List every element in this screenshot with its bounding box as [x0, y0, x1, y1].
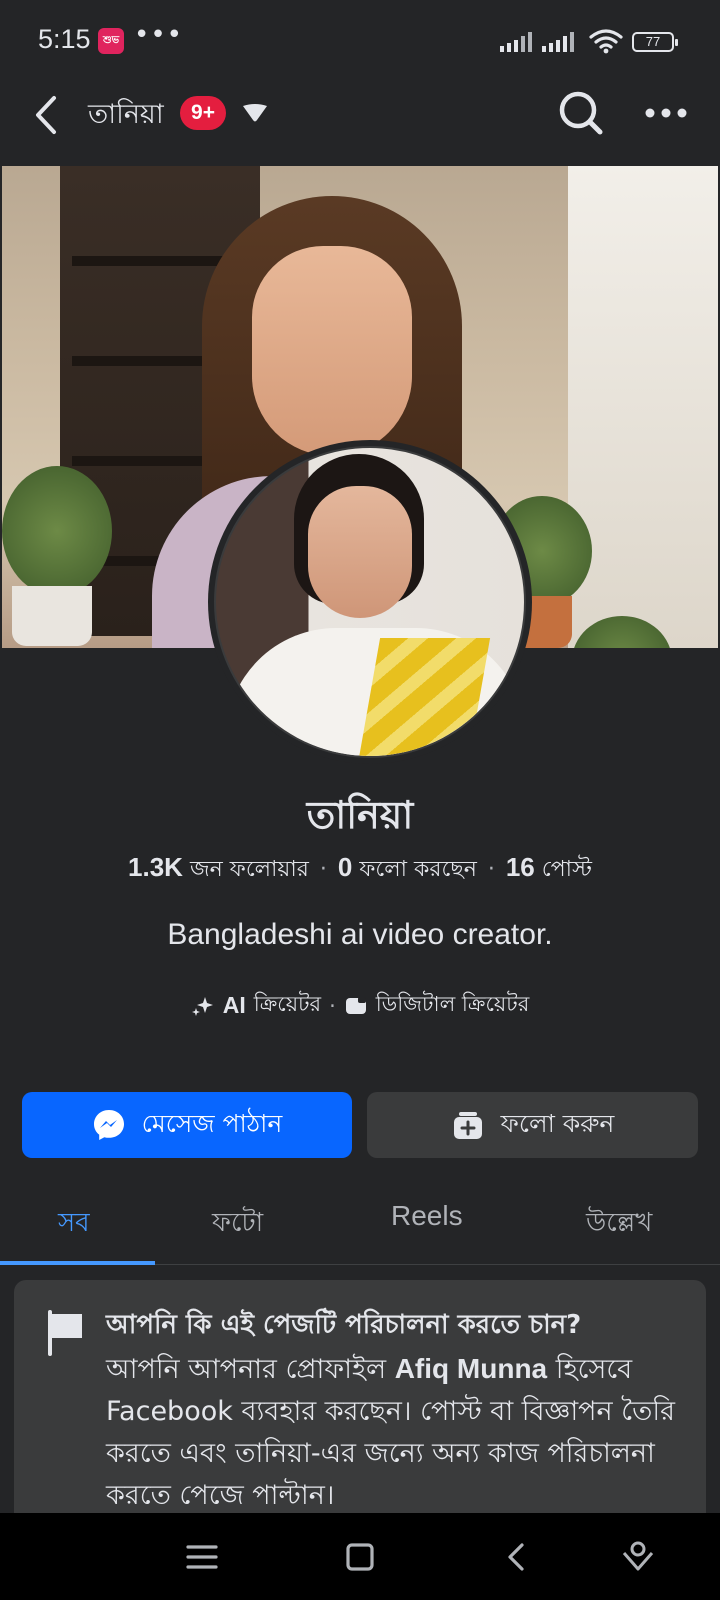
stats-separator: · [319, 857, 327, 882]
more-notifications-icon: ••• [134, 20, 184, 50]
profile-tabs: সব ফটো Reels উল্লেখ [0, 1180, 720, 1265]
category-separator: · [329, 993, 336, 1018]
posts-count: 16 [505, 852, 535, 882]
profile-avatar[interactable] [208, 440, 532, 764]
category-ai-label: AI [222, 992, 246, 1018]
profile-name: তানিয়া [306, 793, 414, 837]
manage-card-body: আপনি আপনার প্রোফাইল Afiq Munna হিসেবে Fa… [106, 1348, 696, 1517]
battery-icon: 77 [632, 32, 678, 52]
flag-icon [48, 1310, 82, 1356]
following-count[interactable]: 0 [338, 852, 352, 882]
posts-label: পোস্ট [541, 857, 592, 882]
search-icon[interactable] [556, 88, 606, 138]
category-creator-label: ক্রিয়েটর [253, 992, 322, 1016]
page-header: তানিয়া 9+ [0, 70, 720, 165]
signal-sim1-icon [500, 32, 532, 52]
app-notification-icon: শুভ [98, 28, 124, 54]
profile-stats: 1.3K জন ফলোয়ার · 0 ফলো করছেন · 16 পোস্ট [0, 852, 720, 889]
messenger-icon [93, 1110, 124, 1140]
manage-card-title: আপনি কি এই পেজটি পরিচালনা করতে চান? [106, 1310, 582, 1340]
menu-icon[interactable] [182, 1537, 222, 1577]
follow-label: ফলো করুন [500, 1108, 615, 1138]
system-nav-bar [0, 1513, 720, 1600]
home-icon[interactable] [340, 1537, 380, 1577]
wifi-icon [589, 29, 623, 54]
profile-categories: AI ক্রিয়েটর · ডিজিটাল ক্রিয়েটর [0, 988, 720, 1023]
following-label[interactable]: ফলো করছেন [359, 857, 476, 882]
nav-back-icon[interactable] [498, 1537, 538, 1577]
more-icon[interactable] [644, 98, 688, 128]
header-title[interactable]: তানিয়া [88, 94, 164, 139]
send-message-label: মেসেজ পাঠান [141, 1108, 283, 1138]
notification-badge[interactable]: 9+ [180, 96, 226, 130]
tab-mentions[interactable]: উল্লেখ [586, 1202, 652, 1246]
signal-sim2-icon [542, 32, 574, 52]
tab-all[interactable]: সব [58, 1202, 90, 1246]
followers-label[interactable]: জন ফলোয়ার [190, 857, 309, 882]
send-message-button[interactable]: মেসেজ পাঠান [22, 1092, 352, 1158]
category-digital-creator-label: ডিজিটাল ক্রিয়েটর [375, 992, 530, 1016]
followers-count[interactable]: 1.3K [128, 852, 183, 882]
tab-reels[interactable]: Reels [391, 1200, 463, 1232]
stats-separator: · [487, 857, 495, 882]
status-bar: 5:15 শুভ ••• 77 [0, 0, 720, 70]
tab-photos[interactable]: ফটো [212, 1202, 263, 1246]
sparkle-icon [191, 996, 213, 1016]
caret-down-icon[interactable] [240, 100, 270, 126]
profile-bio: Bangladeshi ai video creator. [167, 918, 553, 951]
manage-card-body-prefix: আপনি আপনার প্রোফাইল [106, 1354, 387, 1385]
follow-button[interactable]: ফলো করুন [367, 1092, 698, 1158]
assistant-icon[interactable] [618, 1537, 658, 1577]
status-time: 5:15 [38, 24, 91, 54]
back-icon[interactable] [28, 90, 68, 140]
manage-card-profile-name: Afiq Munna [394, 1353, 548, 1384]
active-tab-indicator [0, 1261, 155, 1265]
category-icon [345, 996, 366, 1014]
follow-icon [453, 1112, 482, 1139]
